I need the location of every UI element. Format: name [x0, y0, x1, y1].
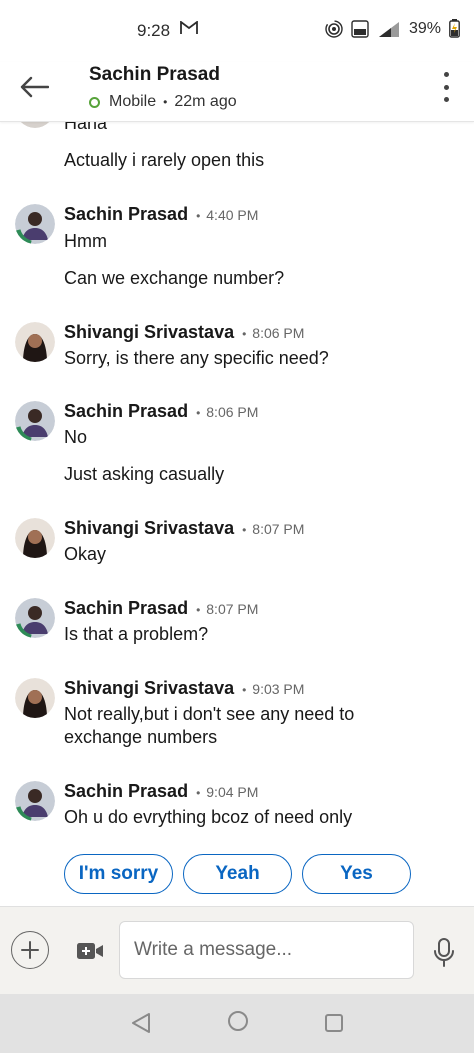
- message-text: Not really,but i don't see any need to: [64, 704, 355, 724]
- avatar[interactable]: [15, 678, 55, 718]
- avatar[interactable]: [15, 122, 55, 128]
- timestamp-separator: •: [242, 327, 247, 341]
- suggested-replies: I'm sorry Yeah Yes: [64, 854, 411, 894]
- timestamp-separator: •: [242, 523, 247, 537]
- presence-label: Mobile: [109, 93, 157, 110]
- message-time: 9:04 PM: [206, 784, 259, 800]
- message-text: Haha: [64, 122, 108, 133]
- message-input[interactable]: [119, 921, 414, 979]
- nav-home-icon[interactable]: [227, 1010, 249, 1037]
- online-indicator-icon: [89, 96, 100, 108]
- back-arrow-icon[interactable]: [16, 72, 52, 102]
- message-text: Sorry, is there any specific need?: [64, 348, 329, 368]
- signal-4g-icon: [377, 20, 401, 38]
- volte-icon: [351, 19, 369, 38]
- avatar[interactable]: [15, 598, 55, 638]
- video-call-icon[interactable]: [76, 940, 104, 962]
- message-time: 8:06 PM: [252, 325, 305, 341]
- sender-name[interactable]: Sachin Prasad: [64, 598, 188, 619]
- message-text: Actually i rarely open this: [64, 150, 265, 170]
- message-time: 9:03 PM: [252, 681, 305, 697]
- message-text: Just asking casually: [64, 464, 225, 484]
- hotspot-icon: [325, 19, 343, 38]
- battery-percent: 39%: [408, 19, 441, 37]
- conversation-header: Sachin Prasad Mobile • 22m ago: [0, 62, 474, 122]
- timestamp-separator: •: [242, 683, 247, 697]
- timestamp-separator: •: [196, 209, 201, 223]
- status-bar: 9:28 39%: [0, 0, 474, 62]
- message-time: 8:06 PM: [206, 404, 259, 420]
- timestamp-separator: •: [196, 406, 201, 420]
- message-text: exchange numbers: [64, 727, 218, 747]
- avatar[interactable]: [15, 518, 55, 558]
- nav-recents-icon[interactable]: [324, 1013, 344, 1038]
- message-text: Okay: [64, 544, 107, 564]
- microphone-icon[interactable]: [432, 935, 456, 969]
- status-icons: 39%: [325, 19, 460, 38]
- message-text: Hmm: [64, 231, 107, 251]
- suggestion-chip[interactable]: Yes: [302, 854, 411, 894]
- system-nav-bar: [0, 994, 474, 1053]
- presence-status: Mobile • 22m ago: [89, 93, 237, 111]
- message-list: Haha Actually i rarely open this Sachin …: [0, 122, 474, 842]
- avatar[interactable]: [15, 401, 55, 441]
- message-time: 4:40 PM: [206, 207, 259, 223]
- timestamp-separator: •: [196, 603, 201, 617]
- sender-name[interactable]: Shivangi Srivastava: [64, 322, 234, 343]
- message-text: Oh u do evrything bcoz of need only: [64, 807, 353, 827]
- contact-name[interactable]: Sachin Prasad: [89, 64, 220, 86]
- last-active: 22m ago: [174, 93, 237, 110]
- sender-name[interactable]: Sachin Prasad: [64, 401, 188, 422]
- avatar[interactable]: [15, 781, 55, 821]
- message-time: 8:07 PM: [252, 521, 305, 537]
- timestamp-separator: •: [196, 786, 201, 800]
- message-text: Can we exchange number?: [64, 268, 285, 288]
- avatar[interactable]: [15, 204, 55, 244]
- nav-back-icon[interactable]: [130, 1012, 152, 1039]
- suggestion-chip[interactable]: Yeah: [183, 854, 292, 894]
- add-attachment-icon[interactable]: [11, 931, 49, 969]
- sender-name[interactable]: Sachin Prasad: [64, 781, 188, 802]
- status-time: 9:28: [137, 21, 171, 40]
- sender-name[interactable]: Shivangi Srivastava: [64, 518, 234, 539]
- more-options-icon[interactable]: [440, 72, 452, 102]
- gmail-icon: [180, 20, 198, 39]
- message-text: Is that a problem?: [64, 624, 209, 644]
- message-time: 8:07 PM: [206, 601, 259, 617]
- avatar[interactable]: [15, 322, 55, 362]
- battery-charging-icon: [449, 19, 460, 38]
- presence-separator: •: [163, 95, 168, 109]
- message-text: No: [64, 427, 88, 447]
- sender-name[interactable]: Shivangi Srivastava: [64, 678, 234, 699]
- compose-bar: [0, 906, 474, 994]
- sender-name[interactable]: Sachin Prasad: [64, 204, 188, 225]
- suggestion-chip[interactable]: I'm sorry: [64, 854, 173, 894]
